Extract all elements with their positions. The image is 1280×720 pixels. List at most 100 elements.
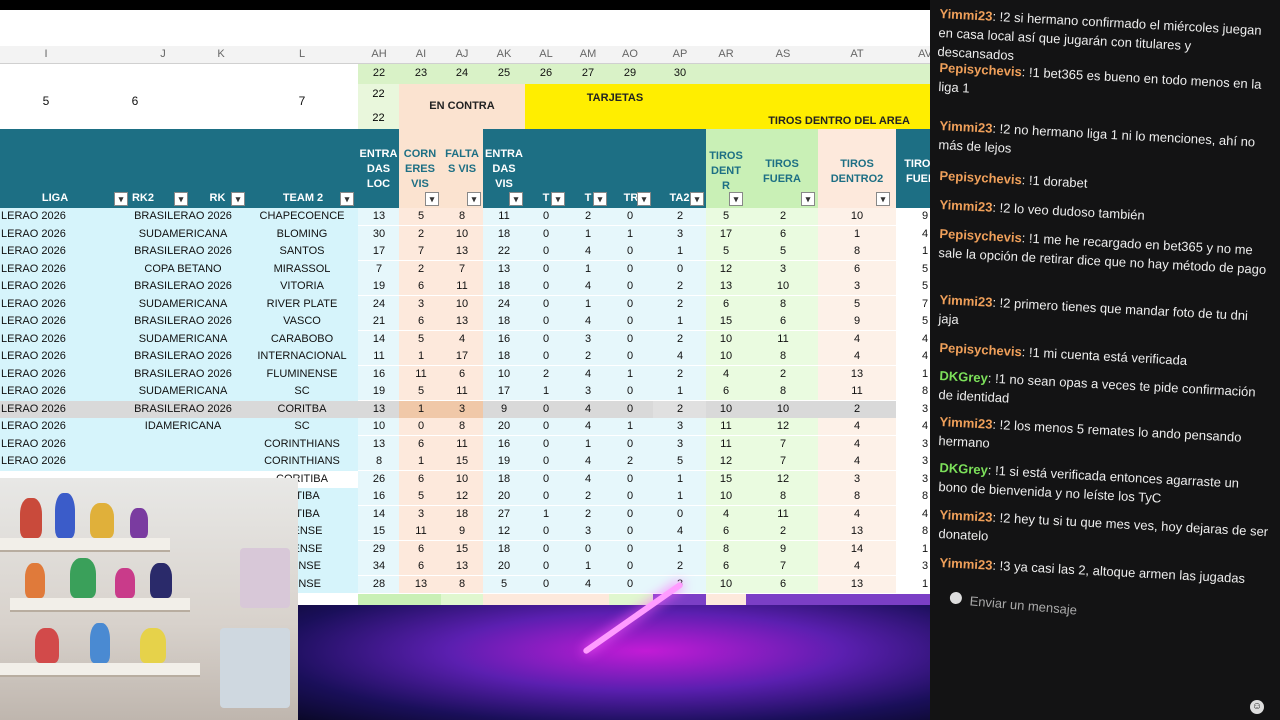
table-cell[interactable]: 7 bbox=[418, 245, 424, 257]
table-cell[interactable]: 0 bbox=[543, 210, 549, 222]
table-cell[interactable]: 1 bbox=[677, 490, 683, 502]
table-cell[interactable]: 0 bbox=[627, 333, 633, 345]
table-cell[interactable]: INTERNACIONAL bbox=[257, 350, 346, 362]
chat-input[interactable]: Enviar un mensaje bbox=[942, 585, 1264, 653]
table-cell[interactable]: 1 bbox=[677, 385, 683, 397]
table-cell[interactable]: 5 bbox=[677, 455, 683, 467]
filter-ta2-button[interactable]: ▾ bbox=[690, 192, 704, 206]
table-cell[interactable]: 6 bbox=[418, 315, 424, 327]
table-cell[interactable]: 10 bbox=[456, 473, 468, 485]
chat-username[interactable]: Yimmi23 bbox=[939, 6, 993, 24]
table-cell[interactable]: 1 bbox=[677, 245, 683, 257]
table-cell[interactable]: 13 bbox=[851, 525, 863, 537]
table-cell[interactable]: 1 bbox=[922, 578, 928, 590]
table-cell[interactable]: 7 bbox=[780, 455, 786, 467]
filter-rk-button[interactable]: ▾ bbox=[231, 192, 245, 206]
table-cell[interactable]: 5 bbox=[418, 490, 424, 502]
table-cell[interactable]: 24 bbox=[373, 298, 385, 310]
table-cell[interactable]: 6 bbox=[854, 263, 860, 275]
table-cell[interactable]: SANTOS bbox=[279, 245, 324, 257]
table-row[interactable]: LERAO 2026 BRASILERAO 2026 VITORIA 19 6 11 18 0… bbox=[0, 278, 930, 297]
table-cell[interactable]: 8 bbox=[459, 420, 465, 432]
table-cell[interactable]: 4 bbox=[922, 333, 928, 345]
table-cell[interactable]: 3 bbox=[677, 420, 683, 432]
table-cell[interactable]: 18 bbox=[498, 473, 510, 485]
chat-username[interactable]: Pepisychevis bbox=[939, 340, 1022, 359]
table-cell[interactable]: 15 bbox=[456, 543, 468, 555]
table-row[interactable]: LERAO 2026 BRASILERAO 2026 SANTOS 17 7 13 22 0 4… bbox=[0, 243, 930, 262]
table-cell[interactable]: 0 bbox=[627, 438, 633, 450]
table-cell[interactable]: 8 bbox=[780, 385, 786, 397]
table-cell[interactable]: 5 bbox=[854, 298, 860, 310]
column-letter[interactable]: AP bbox=[673, 48, 688, 60]
table-cell[interactable]: 4 bbox=[922, 228, 928, 240]
table-cell[interactable]: 18 bbox=[498, 228, 510, 240]
chat-message[interactable]: Yimmi23: !2 primero tienes que mandar fo… bbox=[938, 290, 1270, 345]
table-cell[interactable]: 6 bbox=[459, 368, 465, 380]
table-cell[interactable]: 4 bbox=[723, 508, 729, 520]
table-row[interactable]: LERAO 2026 CORINTHIANS 13 6 11 16 0 1 0 3 11 7 4 3 bbox=[0, 435, 930, 454]
table-cell[interactable]: 9 bbox=[854, 315, 860, 327]
table-cell[interactable]: MIRASSOL bbox=[274, 263, 331, 275]
table-row[interactable]: LERAO 2026 SUDAMERICANA SC 19 5 11 17 1 3 0 1 6 8 11 8 bbox=[0, 383, 930, 402]
table-row[interactable]: LERAO 2026 BRASILERAO 2026 CHAPECOENCE 13 5 8… bbox=[0, 208, 930, 227]
table-cell[interactable]: 0 bbox=[627, 298, 633, 310]
table-cell[interactable]: 6 bbox=[780, 578, 786, 590]
table-cell[interactable]: SC bbox=[294, 420, 309, 432]
table-cell[interactable]: 0 bbox=[627, 263, 633, 275]
chat-message[interactable]: Yimmi23: !2 los menos 5 remates lo ando … bbox=[938, 412, 1270, 467]
table-cell[interactable]: 5 bbox=[418, 385, 424, 397]
table-cell[interactable]: 4 bbox=[585, 473, 591, 485]
table-cell[interactable]: 4 bbox=[723, 368, 729, 380]
table-cell[interactable]: 0 bbox=[627, 525, 633, 537]
chat-message[interactable]: Yimmi23: !2 no hermano liga 1 ni lo menc… bbox=[938, 116, 1270, 171]
table-cell[interactable]: 3 bbox=[418, 508, 424, 520]
table-cell[interactable]: 0 bbox=[677, 508, 683, 520]
table-cell[interactable]: 4 bbox=[854, 455, 860, 467]
table-cell[interactable]: 19 bbox=[498, 455, 510, 467]
table-cell[interactable]: 4 bbox=[854, 438, 860, 450]
table-cell[interactable]: 15 bbox=[373, 525, 385, 537]
table-cell[interactable]: 12 bbox=[720, 455, 732, 467]
table-cell[interactable]: LERAO 2026 bbox=[1, 315, 66, 327]
table-cell[interactable]: RIVER PLATE bbox=[267, 298, 338, 310]
table-cell[interactable]: 0 bbox=[627, 473, 633, 485]
table-cell[interactable]: 0 bbox=[543, 245, 549, 257]
table-cell[interactable]: 19 bbox=[373, 385, 385, 397]
table-cell[interactable]: 8 bbox=[922, 385, 928, 397]
table-cell[interactable]: 0 bbox=[543, 350, 549, 362]
table-cell[interactable]: 5 bbox=[501, 578, 507, 590]
table-cell[interactable]: 2 bbox=[585, 508, 591, 520]
table-cell[interactable]: 0 bbox=[543, 403, 549, 415]
table-cell[interactable]: 21 bbox=[373, 315, 385, 327]
table-cell[interactable]: LERAO 2026 bbox=[1, 350, 66, 362]
table-cell[interactable]: 10 bbox=[777, 280, 789, 292]
table-cell[interactable]: 8 bbox=[854, 490, 860, 502]
table-cell[interactable]: 3 bbox=[677, 438, 683, 450]
table-cell[interactable]: CORITBA bbox=[278, 403, 327, 415]
table-cell[interactable]: 13 bbox=[851, 578, 863, 590]
table-cell[interactable]: 3 bbox=[459, 403, 465, 415]
table-cell[interactable]: 10 bbox=[720, 333, 732, 345]
filter-tiros-dentro-button[interactable]: ▾ bbox=[729, 192, 743, 206]
table-cell[interactable]: 2 bbox=[677, 333, 683, 345]
table-cell[interactable]: 0 bbox=[627, 210, 633, 222]
table-cell[interactable]: 13 bbox=[415, 578, 427, 590]
table-cell[interactable]: 4 bbox=[922, 420, 928, 432]
table-cell[interactable]: 2 bbox=[677, 280, 683, 292]
table-cell[interactable]: 8 bbox=[780, 490, 786, 502]
table-cell[interactable]: 16 bbox=[373, 368, 385, 380]
chat-username[interactable]: Yimmi23 bbox=[939, 118, 993, 136]
table-cell[interactable]: 6 bbox=[780, 315, 786, 327]
table-cell[interactable]: FLUMINENSE bbox=[267, 368, 338, 380]
table-row[interactable]: LERAO 2026 SUDAMERICANA BLOMING 30 2 10 18 0 1 1 3… bbox=[0, 225, 930, 244]
table-cell[interactable]: 7 bbox=[459, 263, 465, 275]
table-cell[interactable]: 1 bbox=[677, 315, 683, 327]
table-cell[interactable]: 0 bbox=[627, 280, 633, 292]
table-cell[interactable]: 8 bbox=[459, 210, 465, 222]
table-cell[interactable]: 12 bbox=[456, 490, 468, 502]
table-cell[interactable]: 14 bbox=[373, 508, 385, 520]
table-cell[interactable]: 4 bbox=[585, 403, 591, 415]
table-cell[interactable]: LERAO 2026 bbox=[1, 420, 66, 432]
table-cell[interactable]: 11 bbox=[777, 508, 788, 520]
